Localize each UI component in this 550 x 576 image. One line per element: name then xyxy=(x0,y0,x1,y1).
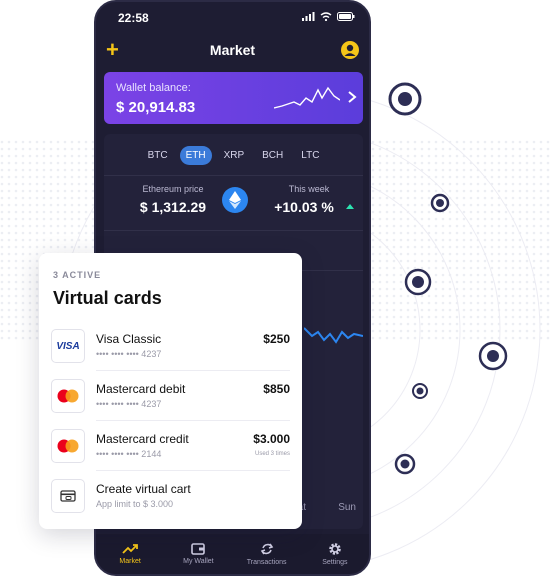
divider xyxy=(96,470,290,471)
card-name: Create virtual cart xyxy=(96,482,191,496)
divider xyxy=(96,370,290,371)
divider xyxy=(96,420,290,421)
battery-icon xyxy=(337,12,355,21)
card-limit: App limit to $ 3.000 xyxy=(96,499,174,509)
card-row-mastercard-debit[interactable]: Mastercard debit •••• •••• •••• 4237 $85… xyxy=(51,374,290,424)
price-chart-line xyxy=(304,327,363,344)
mastercard-logo-icon xyxy=(51,429,85,463)
app-header: + Market xyxy=(96,34,369,66)
card-name: Mastercard debit xyxy=(96,382,186,396)
card-number: •••• •••• •••• 2144 xyxy=(96,449,162,459)
panel-title: Virtual cards xyxy=(53,288,162,308)
map-pin-icon xyxy=(404,268,432,296)
map-pin-icon xyxy=(430,193,450,213)
map-pin-icon xyxy=(478,341,508,371)
wallet-balance-card[interactable]: Wallet balance: $ 20,914.83 xyxy=(104,72,363,124)
week-value: +10.03 % xyxy=(274,199,334,215)
wallet-icon xyxy=(191,543,206,555)
active-count: 3 ACTIVE xyxy=(53,270,102,280)
signal-icon xyxy=(302,12,315,21)
price-label: Ethereum price xyxy=(142,184,204,194)
tab-bch[interactable]: BCH xyxy=(256,146,289,165)
tab-btc[interactable]: BTC xyxy=(142,146,174,165)
gear-icon xyxy=(329,543,341,555)
card-amount: $850 xyxy=(263,382,290,396)
nav-label: My Wallet xyxy=(183,558,214,565)
nav-label: Transactions xyxy=(246,559,287,566)
card-number: •••• •••• •••• 4237 xyxy=(96,349,162,359)
card-row-visa-classic[interactable]: VISA Visa Classic •••• •••• •••• 4237 $2… xyxy=(51,324,290,374)
wifi-icon xyxy=(320,12,332,21)
visa-logo-text: VISA xyxy=(56,340,80,352)
wallet-label: Wallet balance: xyxy=(116,82,191,94)
status-time: 22:58 xyxy=(118,11,149,25)
visa-logo-icon: VISA xyxy=(51,329,85,363)
create-virtual-card-row[interactable]: Create virtual cart App limit to $ 3.000 xyxy=(51,474,290,524)
map-pin-icon xyxy=(412,383,428,399)
week-label: This week xyxy=(288,184,330,194)
nav-my-wallet[interactable]: My Wallet xyxy=(164,534,232,574)
card-name: Mastercard credit xyxy=(96,432,189,446)
nav-label: Market xyxy=(119,558,141,565)
divider xyxy=(104,230,363,231)
card-usage: Used 3 times xyxy=(254,451,290,457)
day-label-sun: Sun xyxy=(338,502,356,513)
mastercard-logo-icon xyxy=(51,379,85,413)
map-pin-icon xyxy=(388,82,422,116)
tab-xrp[interactable]: XRP xyxy=(218,146,251,165)
status-icons xyxy=(302,12,355,21)
card-amount: $3.000 xyxy=(253,432,290,446)
nav-transactions[interactable]: Transactions xyxy=(233,534,301,574)
nav-settings[interactable]: Settings xyxy=(301,534,369,574)
tab-eth[interactable]: ETH xyxy=(179,146,212,165)
map-pin-icon xyxy=(394,453,416,475)
card-row-mastercard-credit[interactable]: Mastercard credit •••• •••• •••• 2144 $3… xyxy=(51,424,290,474)
card-number: •••• •••• •••• 4237 xyxy=(96,399,162,409)
arrow-up-icon xyxy=(346,204,354,209)
price-value: $ 1,312.29 xyxy=(139,199,207,215)
bottom-nav: Market My Wallet Transactions Settings xyxy=(96,534,369,574)
divider xyxy=(104,175,363,176)
trend-icon xyxy=(122,544,139,554)
chevron-right-icon[interactable] xyxy=(347,90,357,104)
wallet-value: $ 20,914.83 xyxy=(116,99,196,116)
user-avatar-icon[interactable] xyxy=(341,41,359,59)
sparkline-icon xyxy=(274,86,340,109)
tab-ltc[interactable]: LTC xyxy=(295,146,325,165)
sync-icon xyxy=(260,543,273,555)
page-title: Market xyxy=(209,42,256,58)
coin-tabs: BTC ETH XRP BCH LTC xyxy=(104,146,363,165)
card-name: Visa Classic xyxy=(96,332,162,346)
virtual-cards-panel: 3 ACTIVE Virtual cards VISA Visa Classic… xyxy=(39,253,302,529)
status-bar: 22:58 xyxy=(96,2,369,34)
card-icon xyxy=(51,479,85,513)
nav-market[interactable]: Market xyxy=(96,534,164,574)
card-amount: $250 xyxy=(263,332,290,346)
nav-label: Settings xyxy=(322,559,348,566)
ethereum-icon xyxy=(222,187,248,213)
